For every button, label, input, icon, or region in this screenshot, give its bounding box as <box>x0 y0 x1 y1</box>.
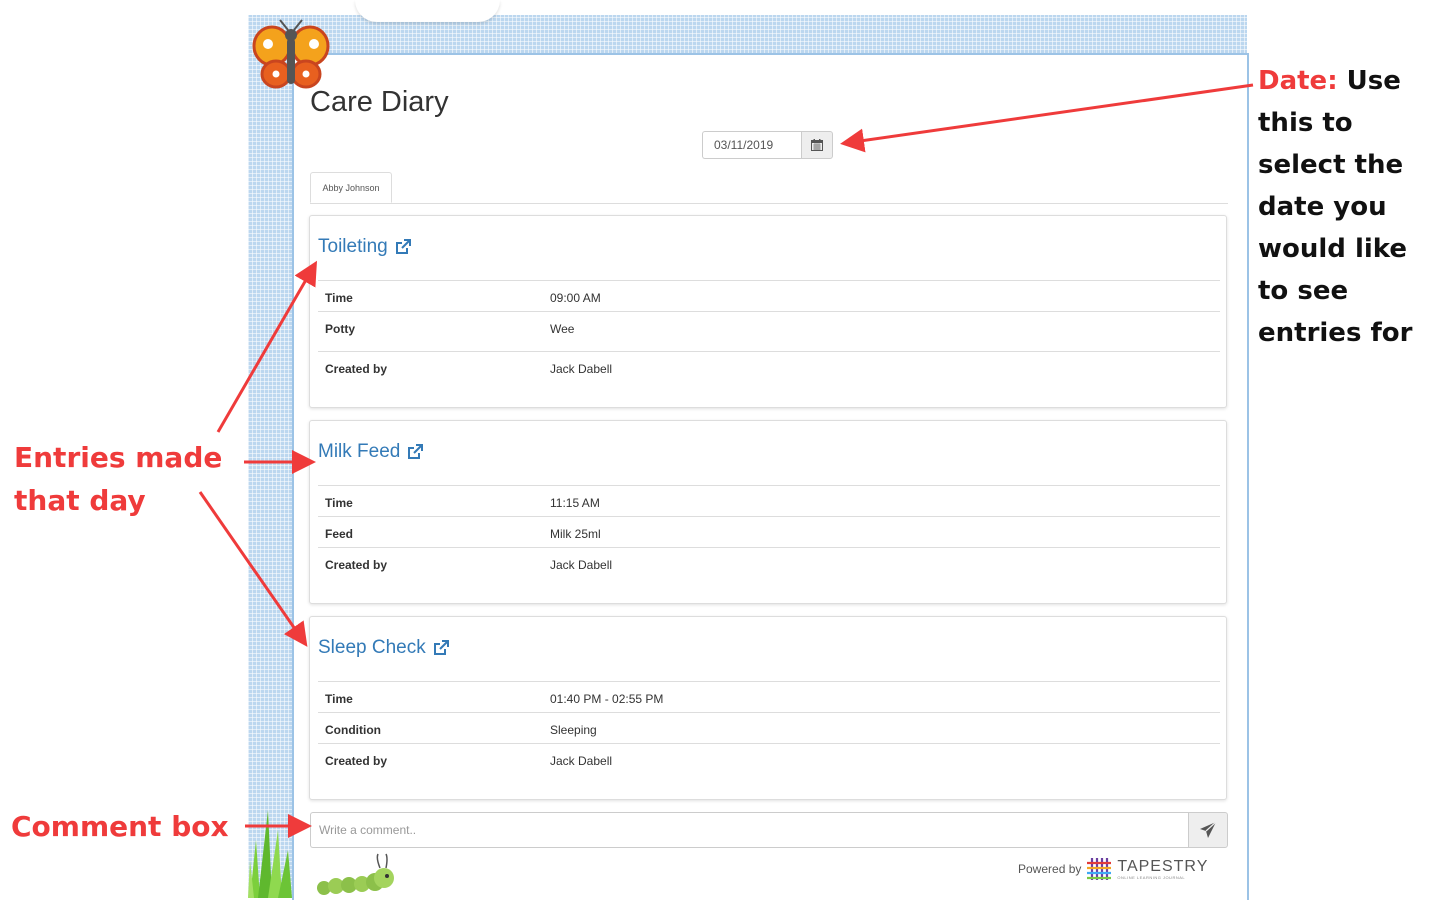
entries-annotation: Entries made that day <box>14 441 223 517</box>
powered-by: Powered by TAPESTRY ONLINE LEARNING JOUR… <box>1018 858 1208 880</box>
entry-title: Milk Feed <box>318 441 401 462</box>
date-input[interactable] <box>702 131 801 159</box>
tab-abby-johnson[interactable]: Abby Johnson <box>310 172 392 203</box>
row-value: Jack Dabell <box>550 558 613 572</box>
entry-card-milk-feed: Milk Feed Time 11:15 AM Feed Milk 25ml C… <box>309 420 1227 604</box>
date-annotation-label: Date: <box>1258 66 1338 96</box>
entry-row: Potty Wee <box>318 311 1220 351</box>
caterpillar-icon <box>317 853 394 895</box>
entry-row: Time 11:15 AM <box>318 485 1220 517</box>
brand-name: TAPESTRY <box>1117 857 1209 875</box>
external-link-icon <box>395 239 411 254</box>
entry-card-sleep-check: Sleep Check Time 01:40 PM - 02:55 PM Con… <box>309 616 1227 800</box>
row-value: 11:15 AM <box>550 496 600 510</box>
brand-tagline: ONLINE LEARNING JOURNAL <box>1117 874 1186 880</box>
cloud-decoration <box>355 0 500 22</box>
entry-card-toileting: Toileting Time 09:00 AM Potty Wee Create… <box>309 215 1227 408</box>
comment-box <box>310 812 1228 848</box>
comment-annotation: Comment box <box>11 810 229 843</box>
external-link-icon <box>408 444 424 459</box>
tapestry-brand: TAPESTRY ONLINE LEARNING JOURNAL <box>1117 857 1209 880</box>
row-value: Jack Dabell <box>550 362 613 376</box>
row-value: 01:40 PM - 02:55 PM <box>550 692 664 706</box>
entry-title-link[interactable]: Toileting <box>318 236 412 258</box>
row-label: Created by <box>325 362 388 376</box>
powered-by-text: Powered by <box>1018 862 1082 876</box>
entry-row: Created by Jack Dabell <box>318 743 1220 784</box>
entry-row: Time 01:40 PM - 02:55 PM <box>318 681 1220 713</box>
entry-row: Condition Sleeping <box>318 712 1220 744</box>
external-link-icon <box>433 640 449 655</box>
row-label: Time <box>325 291 353 305</box>
comment-input[interactable] <box>310 812 1188 848</box>
entry-row: Created by Jack Dabell <box>318 351 1220 392</box>
page-title: Care Diary <box>310 86 449 118</box>
row-label: Time <box>325 692 353 706</box>
row-label: Condition <box>325 723 381 737</box>
calendar-icon <box>811 139 823 151</box>
entry-title-link[interactable]: Sleep Check <box>318 637 450 659</box>
row-value: Jack Dabell <box>550 754 613 768</box>
row-value: Sleeping <box>550 723 597 737</box>
entry-title: Sleep Check <box>318 637 426 658</box>
row-label: Potty <box>325 322 355 336</box>
row-label: Time <box>325 496 353 510</box>
entry-row: Created by Jack Dabell <box>318 547 1220 588</box>
send-button[interactable] <box>1188 812 1228 848</box>
row-label: Created by <box>325 754 388 768</box>
entry-row: Time 09:00 AM <box>318 280 1220 312</box>
entry-row: Feed Milk 25ml <box>318 516 1220 548</box>
row-value: Milk 25ml <box>550 527 601 541</box>
date-annotation-text: Use this to select the date you would li… <box>1258 66 1413 348</box>
date-picker[interactable] <box>702 131 833 159</box>
row-label: Created by <box>325 558 388 572</box>
entry-title-link[interactable]: Milk Feed <box>318 441 424 463</box>
row-value: Wee <box>550 322 575 336</box>
entry-title: Toileting <box>318 236 388 257</box>
paper-plane-icon <box>1200 821 1217 838</box>
row-value: 09:00 AM <box>550 291 601 305</box>
child-tabs: Abby Johnson <box>310 172 1228 204</box>
date-annotation: Date: Use this to select the date you wo… <box>1258 60 1429 354</box>
tapestry-logo-icon <box>1087 858 1112 880</box>
butterfly-icon <box>252 19 330 89</box>
grass-decoration <box>248 810 292 898</box>
row-label: Feed <box>325 527 354 541</box>
calendar-button[interactable] <box>801 131 833 159</box>
